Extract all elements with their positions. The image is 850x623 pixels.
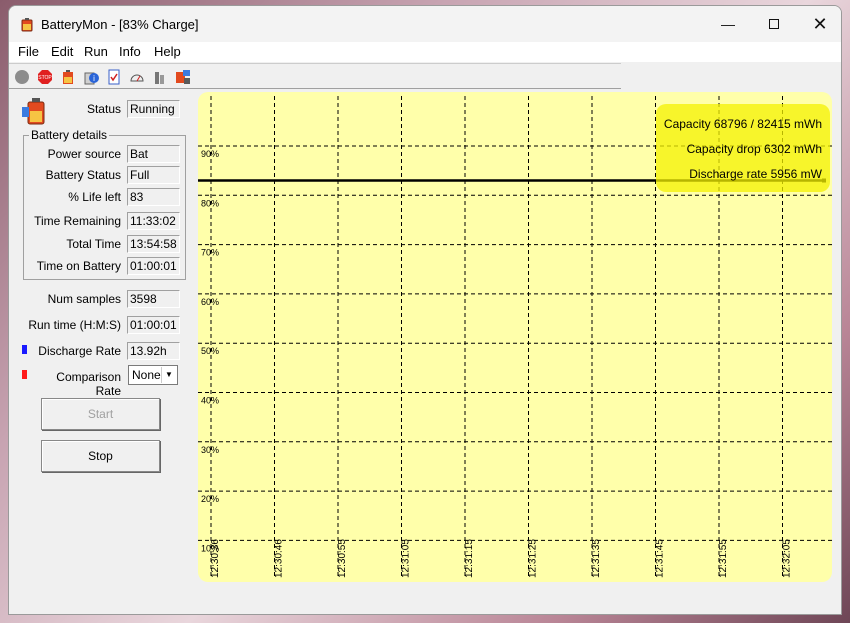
- svg-text:i: i: [93, 74, 95, 83]
- toolbar-info-button[interactable]: i: [81, 67, 101, 87]
- battery-status-icon: [22, 98, 45, 125]
- total-time-label: Total Time: [66, 237, 121, 251]
- menu-bar: File Edit Run Info Help: [9, 42, 841, 62]
- close-button[interactable]: ✕: [797, 6, 841, 42]
- record-icon: [15, 70, 29, 84]
- toolbar-config-button[interactable]: [173, 67, 193, 87]
- battery-chart: 90%80%70%60%50%40%30%20%10%12:30:36 12:30…: [198, 92, 832, 582]
- battery-app-icon: [21, 18, 33, 32]
- chart-icon: [155, 72, 164, 84]
- minimize-button[interactable]: —: [705, 6, 751, 42]
- menu-file[interactable]: File: [18, 44, 39, 59]
- time-remaining-value: 11:33:02: [127, 212, 180, 230]
- x-tick-label: 12:30:46: [274, 539, 285, 578]
- x-tick-label: 12:31:35: [591, 539, 602, 578]
- battery-status-label: Battery Status: [45, 168, 121, 182]
- y-tick-label: 20%: [201, 494, 219, 504]
- status-label: Status: [86, 102, 121, 116]
- time-on-battery-value: 01:00:01: [127, 257, 180, 275]
- comparison-rate-select[interactable]: None ▼: [128, 365, 178, 385]
- window-title: BatteryMon - [83% Charge]: [41, 17, 199, 32]
- comparison-rate-label: Comparison Rate: [56, 370, 121, 398]
- x-tick-label: 12:31:05: [401, 539, 412, 578]
- discharge-rate-value: 13.92h: [127, 342, 180, 360]
- svg-text:STOP: STOP: [38, 75, 52, 81]
- toolbar: STOP i: [9, 63, 621, 89]
- comparison-rate-swatch: [22, 370, 27, 379]
- y-tick-label: 70%: [201, 248, 219, 258]
- stop-button[interactable]: Stop: [41, 440, 160, 472]
- info-icon: i: [84, 72, 99, 85]
- annotation-text: Capacity 68796 / 82415 mWh: [664, 117, 822, 131]
- comparison-rate-selected: None: [132, 368, 161, 382]
- toolbar-chart-button[interactable]: [150, 67, 170, 87]
- stop-sign-icon: STOP: [38, 70, 52, 84]
- gauge-icon: [130, 74, 144, 82]
- menu-edit[interactable]: Edit: [51, 44, 73, 59]
- toolbar-stop-button[interactable]: STOP: [35, 67, 55, 87]
- y-tick-label: 90%: [201, 149, 219, 159]
- annotation-text: Discharge rate 5956 mW: [689, 167, 822, 181]
- start-button[interactable]: Start: [41, 398, 160, 430]
- toolbar-checklist-button[interactable]: [104, 67, 124, 87]
- title-bar: BatteryMon - [83% Charge] — ✕: [9, 6, 841, 42]
- run-time-label: Run time (H:M:S): [28, 318, 121, 332]
- app-window: BatteryMon - [83% Charge] — ✕ File Edit …: [8, 5, 842, 615]
- y-tick-label: 80%: [201, 198, 219, 208]
- close-icon: ✕: [812, 13, 828, 34]
- status-value: Running: [127, 100, 180, 118]
- battery-status-value: Full: [127, 166, 180, 184]
- checklist-icon: [108, 69, 120, 85]
- maximize-button[interactable]: [751, 6, 797, 42]
- maximize-icon: [769, 19, 779, 29]
- power-source-value: Bat: [127, 145, 180, 163]
- toolbar-record-button[interactable]: [12, 67, 32, 87]
- x-tick-label: 12:30:36: [210, 539, 221, 578]
- config-icon: [176, 70, 190, 84]
- run-time-value: 01:00:01: [127, 316, 180, 334]
- life-left-value: 83: [127, 188, 180, 206]
- y-tick-label: 40%: [201, 396, 219, 406]
- y-tick-label: 60%: [201, 297, 219, 307]
- annotation-text: Capacity drop 6302 mWh: [687, 142, 822, 156]
- y-tick-label: 50%: [201, 346, 219, 356]
- time-on-battery-label: Time on Battery: [36, 259, 121, 273]
- x-tick-label: 12:32:05: [782, 539, 793, 578]
- discharge-rate-label: Discharge Rate: [38, 344, 121, 358]
- toolbar-gauge-button[interactable]: [127, 67, 147, 87]
- x-tick-label: 12:31:45: [655, 539, 666, 578]
- total-time-value: 13:54:58: [127, 235, 180, 253]
- num-samples-value: 3598: [127, 290, 180, 308]
- num-samples-label: Num samples: [47, 292, 121, 306]
- power-source-label: Power source: [47, 147, 121, 161]
- menu-run[interactable]: Run: [84, 44, 108, 59]
- battery-icon: [63, 70, 73, 84]
- x-tick-label: 12:31:25: [528, 539, 539, 578]
- discharge-rate-swatch: [22, 345, 27, 354]
- battery-details-title: Battery details: [29, 128, 110, 142]
- menu-info[interactable]: Info: [119, 44, 141, 59]
- menu-help[interactable]: Help: [154, 44, 181, 59]
- time-remaining-label: Time Remaining: [34, 214, 121, 228]
- life-left-label: % Life left: [68, 190, 121, 204]
- x-tick-label: 12:31:15: [464, 539, 475, 578]
- y-tick-label: 30%: [201, 445, 219, 455]
- x-tick-label: 12:31:55: [718, 539, 729, 578]
- toolbar-battery-button[interactable]: [58, 67, 78, 87]
- minimize-icon: —: [721, 16, 735, 32]
- chevron-down-icon: ▼: [161, 367, 176, 383]
- x-tick-label: 12:30:55: [337, 539, 348, 578]
